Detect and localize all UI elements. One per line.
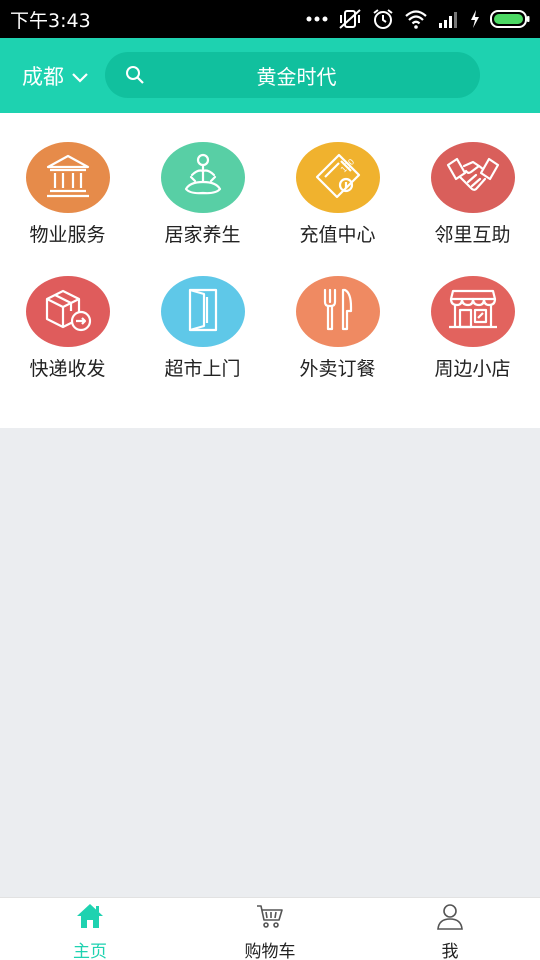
battery-icon [490,10,530,28]
service-icon-circle: 100 [295,142,380,213]
more-dots-icon [306,15,328,23]
service-icon-circle [430,142,515,213]
service-label: 充值中心 [299,224,376,246]
search-icon [125,65,145,89]
service-item-wellness[interactable]: 居家养生 [135,113,270,247]
service-label: 物业服务 [29,224,106,246]
tab-label: 主页 [73,942,107,960]
user-icon [435,902,465,934]
bottom-tab-bar: 主页 购物车 我 [0,897,540,960]
service-label: 外卖订餐 [299,358,376,380]
search-box[interactable]: 黄金时代 [105,52,480,98]
service-item-property[interactable]: 物业服务 [0,113,135,247]
door-icon [180,285,226,339]
service-item-nearby-shops[interactable]: 周边小店 [405,247,540,381]
status-time: 下午3:43 [10,9,91,32]
vibrate-off-icon [338,8,362,30]
meditation-icon [178,151,228,205]
service-icon-circle [160,276,245,347]
signal-icon [438,10,460,28]
service-label: 居家养生 [164,224,241,246]
handshake-icon [445,151,501,205]
city-selector[interactable]: 成都 [22,38,88,113]
wifi-icon [404,9,428,29]
status-icons [306,8,530,30]
alarm-icon [372,8,394,30]
service-item-supermarket[interactable]: 超市上门 [135,247,270,381]
home-icon [75,902,105,934]
cutlery-icon [315,285,361,339]
tab-label: 购物车 [244,942,296,960]
svg-text:100: 100 [339,157,356,174]
service-icon-circle [295,276,380,347]
tab-home[interactable]: 主页 [0,898,180,960]
service-label: 快递收发 [29,358,106,380]
charging-icon [470,10,480,28]
shop-icon [445,285,501,339]
service-icon-circle [25,276,110,347]
service-label: 超市上门 [164,358,241,380]
service-item-recharge[interactable]: 100 充值中心 [270,113,405,247]
status-bar: 下午3:43 [0,0,540,38]
service-icon-circle [430,276,515,347]
bank-icon [43,151,93,205]
service-label: 周边小店 [434,358,511,380]
tab-label: 我 [441,942,459,960]
service-icon-circle [25,142,110,213]
service-icon-circle [160,142,245,213]
service-item-express[interactable]: 快递收发 [0,247,135,381]
tab-cart[interactable]: 购物车 [180,898,360,960]
service-item-neighbors[interactable]: 邻里互助 [405,113,540,247]
chevron-down-icon [72,64,88,88]
tab-me[interactable]: 我 [360,898,540,960]
cart-icon [255,902,285,934]
service-item-takeout[interactable]: 外卖订餐 [270,247,405,381]
service-grid: 物业服务 居家养生 100 充值中心 邻里互助 快递收发 超市上门 外卖订餐 周… [0,113,540,428]
app-header: 成都 黄金时代 [0,38,540,113]
city-label: 成都 [22,64,64,89]
search-input[interactable]: 黄金时代 [105,61,480,90]
parcel-icon [41,285,95,339]
recharge-card-icon: 100 [311,149,365,207]
service-label: 邻里互助 [434,224,511,246]
